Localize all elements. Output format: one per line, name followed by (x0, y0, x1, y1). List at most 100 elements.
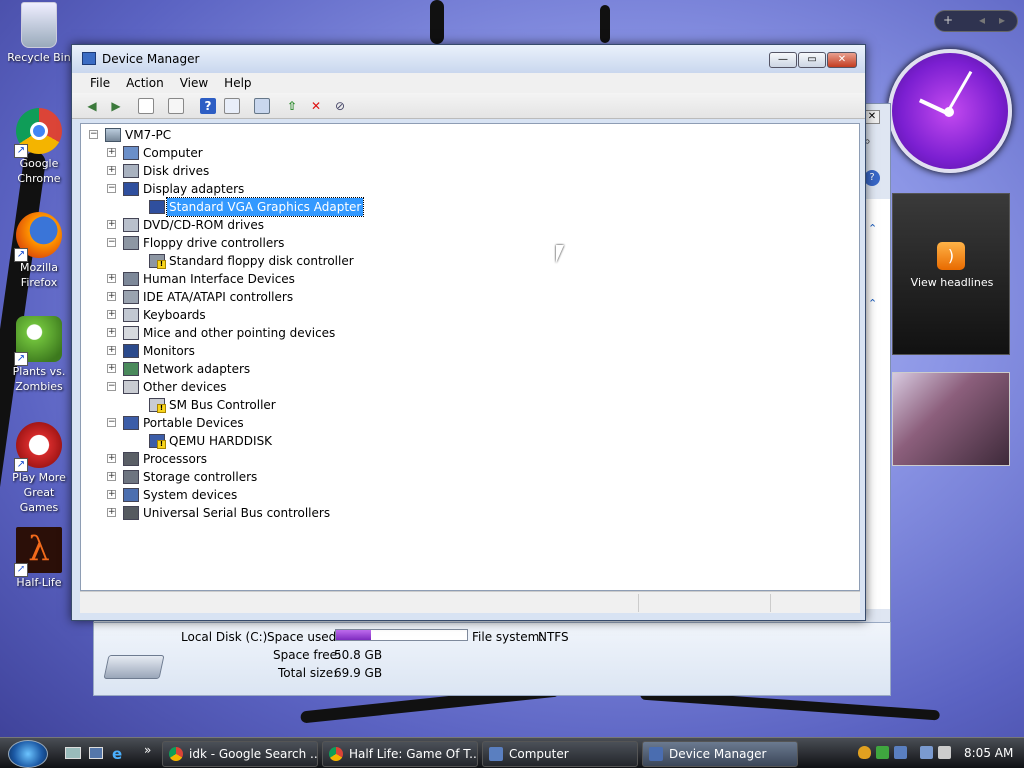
space-used-label: Space used: (267, 630, 341, 644)
task-device-manager[interactable]: Device Manager (642, 741, 798, 767)
menu-help[interactable]: Help (216, 73, 259, 93)
firefox-icon: ↗ (14, 212, 62, 262)
desktop-icon-plants-vs-zombies[interactable]: ↗ Plants vs. Zombies (4, 316, 74, 394)
title-bar[interactable]: Device Manager — ▭ ✕ (72, 45, 865, 73)
sidebar-add-button[interactable]: + (943, 13, 953, 27)
expand-icon[interactable]: + (107, 508, 116, 517)
device-manager-window[interactable]: Device Manager — ▭ ✕ File Action View He… (71, 44, 866, 621)
background-window-close-icon[interactable]: ✕ (864, 110, 880, 124)
volume-icon[interactable] (938, 746, 951, 759)
task-computer[interactable]: Computer (482, 741, 638, 767)
tree-item-label: Display adapters (143, 182, 245, 196)
collapse-icon[interactable]: − (107, 382, 116, 391)
slideshow-gadget[interactable] (892, 372, 1010, 466)
disk-drive-icon (123, 164, 139, 178)
hid-icon (123, 272, 139, 286)
display-adapter-icon (123, 182, 139, 196)
collapse-icon[interactable]: − (89, 130, 98, 139)
desktop-icon-half-life[interactable]: λ ↗ Half-Life (4, 527, 74, 590)
internet-explorer-icon[interactable]: e (112, 745, 122, 763)
expand-icon[interactable]: + (107, 220, 116, 229)
expand-icon[interactable]: + (107, 166, 116, 175)
expand-icon[interactable]: + (107, 346, 116, 355)
show-hide-icon[interactable] (168, 98, 184, 114)
background-window-search-icon[interactable]: ⌕ (864, 134, 880, 150)
menu-view[interactable]: View (172, 73, 216, 93)
warning-icon: ! (157, 404, 166, 413)
menu-action[interactable]: Action (118, 73, 172, 93)
security-shield-icon[interactable] (858, 746, 871, 759)
expand-icon[interactable]: + (107, 274, 116, 283)
expand-icon[interactable]: + (107, 148, 116, 157)
portable-device-icon (123, 416, 139, 430)
show-desktop-icon[interactable] (65, 747, 81, 759)
task-label: Computer (509, 747, 569, 761)
up-icon[interactable] (138, 98, 154, 114)
tree-item-label: IDE ATA/ATAPI controllers (143, 290, 294, 304)
disable-icon[interactable]: ⊘ (332, 98, 348, 114)
recycle-bin-icon (21, 2, 57, 48)
clock-minute-hand (946, 70, 973, 113)
chevron-up-icon[interactable]: ⌃ (868, 297, 877, 310)
device-manager-icon (82, 52, 96, 65)
expand-icon[interactable]: + (107, 310, 116, 319)
desktop-icon-popcap[interactable]: ↗ Play More Great Games (4, 422, 74, 515)
minimize-button[interactable]: — (769, 52, 797, 68)
network-status-icon[interactable] (920, 746, 933, 759)
desktop-icon-recycle-bin[interactable]: Recycle Bin (4, 2, 74, 65)
network-icon[interactable] (894, 746, 907, 759)
desktop-icon-firefox[interactable]: ↗ Mozilla Firefox (4, 212, 74, 290)
status-divider (638, 594, 639, 612)
desktop-icon-label: Google Chrome (17, 157, 61, 185)
collapse-icon[interactable]: − (107, 418, 116, 427)
hard-drive-icon (103, 655, 165, 679)
sidebar-prev-button[interactable]: ◂ (979, 13, 985, 27)
wallpaper-branch (600, 5, 610, 43)
expand-icon[interactable]: + (107, 328, 116, 337)
task-chrome-half-life[interactable]: Half Life: Game Of T... (322, 741, 478, 767)
sidebar-next-button[interactable]: ▸ (999, 13, 1005, 27)
feed-headlines-gadget[interactable]: ) View headlines (892, 193, 1010, 355)
collapse-icon[interactable]: − (107, 238, 116, 247)
switch-windows-icon[interactable] (89, 747, 103, 759)
expand-icon[interactable]: + (107, 454, 116, 463)
forward-icon[interactable]: ▶ (108, 98, 124, 114)
desktop-icon-chrome[interactable]: ↗ Google Chrome (4, 108, 74, 186)
chrome-icon: ↗ (14, 108, 62, 158)
maximize-button[interactable]: ▭ (798, 52, 826, 68)
back-icon[interactable]: ◀ (84, 98, 100, 114)
total-size-value: 69.9 GB (334, 666, 383, 680)
network-adapter-icon (123, 362, 139, 376)
tree-item-label: Standard floppy disk controller (169, 254, 354, 268)
collapse-icon[interactable]: − (107, 184, 116, 193)
expand-icon[interactable]: + (107, 472, 116, 481)
scan-icon[interactable] (254, 98, 270, 114)
chevron-up-icon[interactable]: ⌃ (868, 222, 877, 235)
help-icon[interactable]: ? (200, 98, 216, 114)
clock-center (944, 107, 954, 117)
check-icon[interactable] (876, 746, 889, 759)
wallpaper-branch (430, 0, 444, 44)
update-driver-icon[interactable]: ⇧ (284, 98, 300, 114)
uninstall-icon[interactable]: ✕ (308, 98, 324, 114)
device-tree[interactable]: − VM7-PC + Computer + Disk drives − Display a… (80, 123, 860, 591)
taskbar-clock[interactable]: 8:05 AM (964, 746, 1013, 760)
close-button[interactable]: ✕ (827, 52, 857, 68)
chrome-icon (169, 747, 183, 761)
keyboard-icon (123, 308, 139, 322)
properties-icon[interactable] (224, 98, 240, 114)
tree-item-label: DVD/CD-ROM drives (143, 218, 265, 232)
start-button[interactable] (8, 740, 48, 768)
task-label: Device Manager (669, 747, 767, 761)
quick-launch-overflow[interactable]: » (144, 743, 151, 757)
expand-icon[interactable]: + (107, 364, 116, 373)
expand-icon[interactable]: + (107, 292, 116, 301)
feed-label: View headlines (910, 276, 994, 289)
clock-gadget[interactable] (888, 49, 1012, 173)
background-window-help-icon[interactable]: ? (864, 170, 880, 186)
menu-file[interactable]: File (82, 73, 118, 93)
expand-icon[interactable]: + (107, 490, 116, 499)
task-chrome-search[interactable]: idk - Google Search ... (162, 741, 318, 767)
tree-item-label: Standard VGA Graphics Adapter (165, 197, 365, 217)
warning-icon: ! (157, 440, 166, 449)
